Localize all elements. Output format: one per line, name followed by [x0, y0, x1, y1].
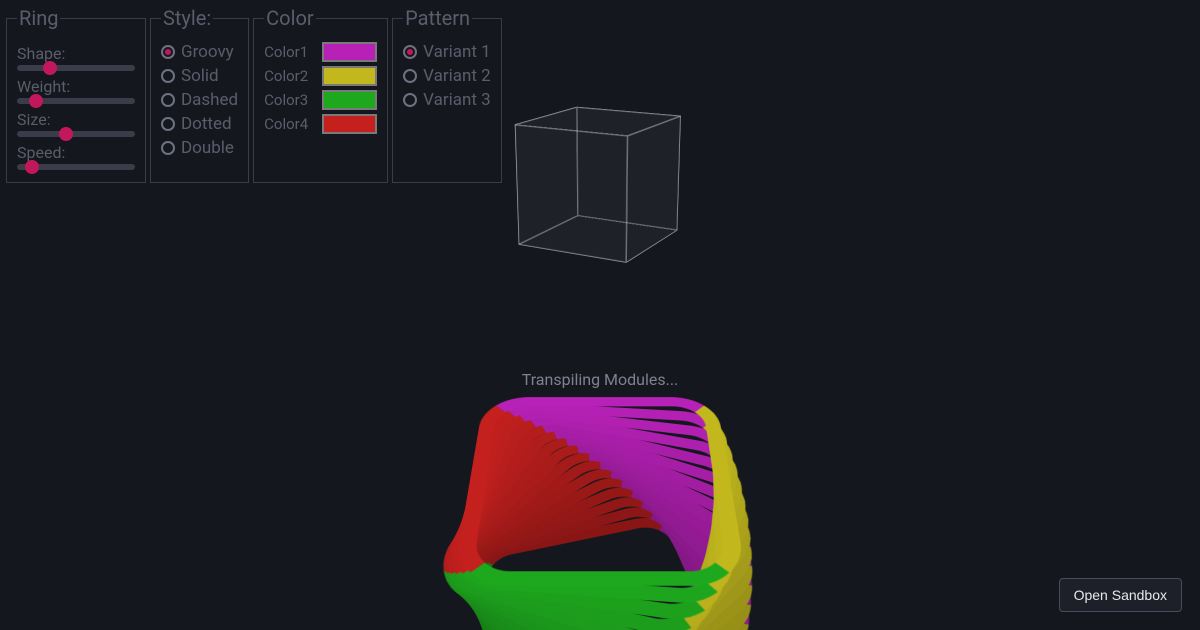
color-label: Color2	[264, 67, 316, 85]
color-swatch[interactable]	[322, 90, 377, 110]
radio-icon	[161, 117, 175, 131]
radio-icon	[403, 69, 417, 83]
shape-slider[interactable]	[17, 65, 135, 71]
speed-slider[interactable]	[17, 164, 135, 170]
color-label: Color4	[264, 115, 316, 133]
color-swatch[interactable]	[322, 114, 377, 134]
style-option-groovy[interactable]: Groovy	[161, 42, 238, 62]
status-text: Transpiling Modules...	[522, 370, 679, 389]
color-row-2: Color2	[264, 66, 377, 86]
pattern-legend: Pattern	[403, 6, 472, 30]
weight-slider[interactable]	[17, 98, 135, 104]
radio-icon	[161, 93, 175, 107]
style-option-label: Groovy	[181, 42, 234, 62]
cube-face	[515, 124, 628, 263]
pattern-panel: Pattern Variant 1 Variant 2 Variant 3	[392, 6, 502, 183]
radio-icon	[161, 45, 175, 59]
color-row-1: Color1	[264, 42, 377, 62]
style-option-double[interactable]: Double	[161, 138, 238, 158]
pattern-option-label: Variant 2	[423, 66, 491, 86]
ring-panel: Ring Shape: Weight: Size: Speed:	[6, 6, 146, 183]
color-panel: Color Color1 Color2 Color3 Color4	[253, 6, 388, 183]
style-option-label: Double	[181, 138, 234, 158]
color-legend: Color	[264, 6, 315, 30]
pattern-option-label: Variant 3	[423, 90, 491, 110]
size-slider[interactable]	[17, 131, 135, 137]
pattern-option-variant-2[interactable]: Variant 2	[403, 66, 491, 86]
wireframe-cube	[547, 115, 656, 246]
color-swatch[interactable]	[322, 66, 377, 86]
style-option-label: Dashed	[181, 90, 238, 110]
style-option-dashed[interactable]: Dashed	[161, 90, 238, 110]
pattern-option-label: Variant 1	[423, 42, 491, 62]
style-option-dotted[interactable]: Dotted	[161, 114, 238, 134]
cube-face	[626, 116, 680, 263]
style-legend: Style:	[161, 6, 213, 30]
pattern-option-variant-1[interactable]: Variant 1	[403, 42, 491, 62]
ring	[452, 397, 748, 586]
color-row-3: Color3	[264, 90, 377, 110]
style-panel: Style: Groovy Solid Dashed Dotted Double	[150, 6, 249, 183]
pattern-option-variant-3[interactable]: Variant 3	[403, 90, 491, 110]
style-option-label: Dotted	[181, 114, 232, 134]
color-swatch[interactable]	[322, 42, 377, 62]
style-option-label: Solid	[181, 66, 219, 86]
style-option-solid[interactable]: Solid	[161, 66, 238, 86]
radio-icon	[161, 69, 175, 83]
color-row-4: Color4	[264, 114, 377, 134]
radio-icon	[161, 141, 175, 155]
radio-icon	[403, 93, 417, 107]
color-label: Color3	[264, 91, 316, 109]
open-sandbox-button[interactable]: Open Sandbox	[1059, 578, 1182, 612]
radio-icon	[403, 45, 417, 59]
ring-legend: Ring	[17, 6, 60, 30]
color-label: Color1	[264, 43, 316, 61]
